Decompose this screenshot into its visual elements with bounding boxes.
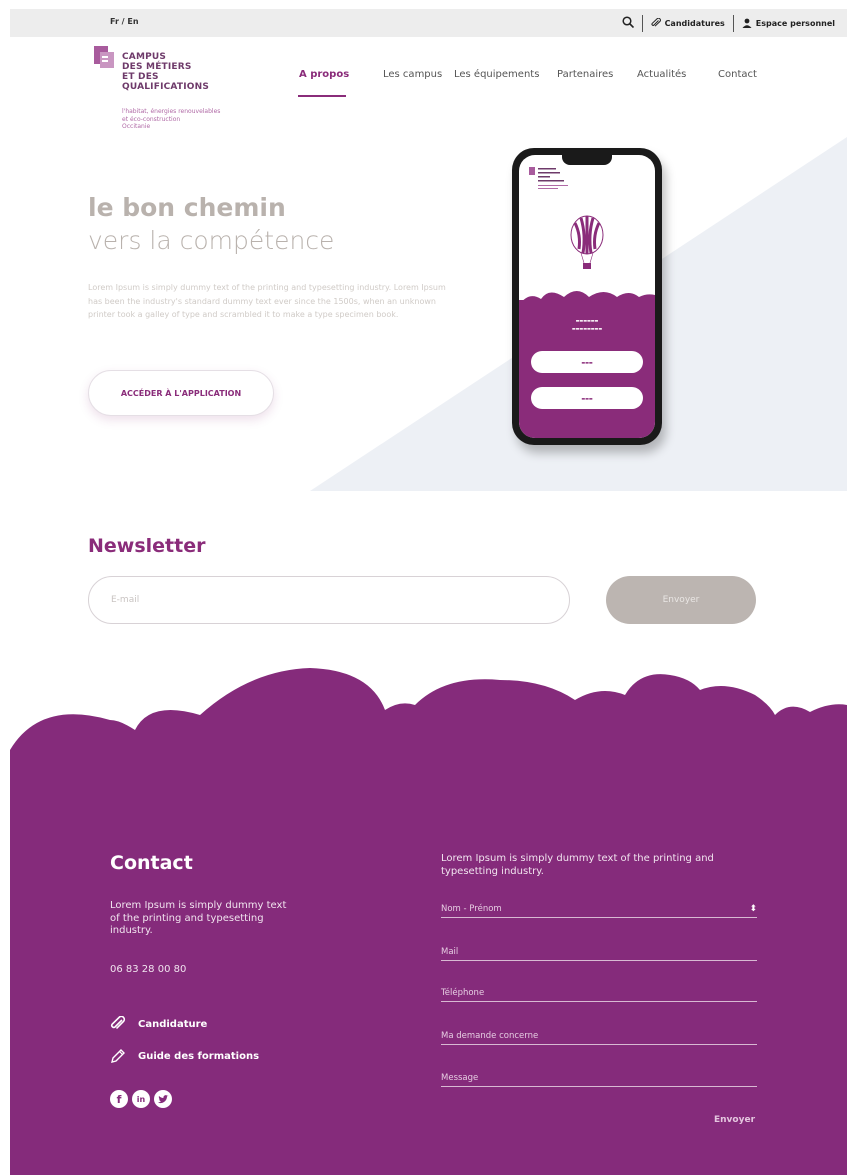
phone-notch [562, 155, 612, 165]
mini-logo-icon [529, 167, 568, 189]
mail-field[interactable]: Mail [441, 947, 757, 961]
newsletter-send-button[interactable]: Envoyer [606, 576, 756, 624]
screen-label: ▬▬▬▬▬▬▬▬ [571, 326, 603, 331]
campus-logo-icon [94, 46, 114, 68]
mail-field-label: Mail [441, 947, 459, 957]
facebook-icon[interactable]: f [110, 1090, 128, 1108]
name-field-label: Nom - Prénom [441, 904, 502, 914]
paperclip-icon [651, 18, 661, 27]
logo-subtitle-line: l'habitat, énergies renouvelables [122, 108, 221, 115]
hero-subtitle: vers la compétence [88, 226, 335, 255]
screen-label: ▬▬▬▬▬▬ [575, 318, 599, 323]
message-field-label: Message [441, 1073, 479, 1083]
application-link-label: Candidature [138, 1018, 208, 1030]
name-field[interactable]: Nom - Prénom ⬍ [441, 904, 757, 918]
user-icon [742, 18, 752, 28]
nav-item-contact[interactable]: Contact [718, 69, 757, 80]
twitter-icon[interactable] [154, 1090, 172, 1108]
applications-label: Candidatures [664, 18, 725, 28]
language-switch[interactable]: Fr / En [110, 17, 139, 26]
contact-phone[interactable]: 06 83 28 00 80 [110, 964, 186, 975]
nav-item-actualites[interactable]: Actualités [637, 69, 686, 80]
nav-item-partenaires[interactable]: Partenaires [557, 69, 613, 80]
divider [641, 14, 643, 32]
logo-subtitle-line: Occitanie [122, 123, 151, 130]
application-link[interactable]: Candidature [110, 1016, 207, 1032]
logo[interactable]: CAMPUS DES MÉTIERS ET DES QUALIFICATIONS… [92, 44, 267, 139]
top-bar: Fr / En Candidatures Espace personnel [10, 9, 847, 37]
paperclip-icon [111, 1016, 126, 1030]
screen-button: ▬▬▬ [531, 351, 643, 373]
nav-item-les-campus[interactable]: Les campus [383, 69, 442, 80]
contact-title: Contact [110, 852, 193, 874]
divider [732, 14, 734, 32]
email-field[interactable]: E-mail [88, 576, 570, 624]
pencil-icon [111, 1049, 125, 1063]
screen-button: ▬▬▬ [531, 387, 643, 409]
request-field[interactable]: Ma demande concerne [441, 1031, 757, 1045]
form-intro: Lorem Ipsum is simply dummy text of the … [441, 853, 714, 877]
newsletter-title: Newsletter [88, 535, 206, 557]
social-links: f in [110, 1090, 172, 1108]
logo-subtitle: l'habitat, énergies renouvelables et éco… [122, 108, 220, 131]
nav-item-a-propos[interactable]: A propos [299, 69, 349, 80]
footer-clouds [10, 668, 847, 770]
message-field[interactable]: Message [441, 1073, 757, 1087]
logo-line: QUALIFICATIONS [122, 82, 210, 92]
training-guide-label: Guide des formations [138, 1050, 260, 1062]
contact-text: Lorem Ipsum is simply dummy text of the … [110, 900, 287, 936]
hero-text: Lorem Ipsum is simply dummy text of the … [88, 283, 446, 319]
phone-mockup: ▬▬▬▬▬▬ ▬▬▬▬▬▬▬▬ ▬▬▬ ▬▬▬ [512, 148, 662, 445]
logo-subtitle-line: et éco-construction [122, 115, 181, 123]
form-send-button[interactable]: Envoyer [714, 1115, 755, 1125]
select-arrows-icon: ⬍ [749, 904, 757, 914]
phone-field[interactable]: Téléphone [441, 988, 757, 1002]
search-icon[interactable] [622, 16, 634, 30]
hero-title: le bon chemin [88, 193, 286, 222]
phone-screen: ▬▬▬▬▬▬ ▬▬▬▬▬▬▬▬ ▬▬▬ ▬▬▬ [519, 155, 655, 438]
top-bar-actions: Candidatures Espace personnel [622, 14, 835, 32]
access-app-button[interactable]: ACCÉDER À L'APPLICATION [88, 370, 274, 416]
training-guide-link[interactable]: Guide des formations [110, 1048, 259, 1064]
linkedin-icon[interactable]: in [132, 1090, 150, 1108]
hot-air-balloon-icon [570, 215, 604, 269]
logo-line: CAMPUS [122, 52, 167, 62]
request-field-label: Ma demande concerne [441, 1031, 539, 1041]
nav-active-indicator [298, 95, 346, 97]
phone-field-label: Téléphone [441, 988, 485, 998]
personal-space-label: Espace personnel [755, 18, 835, 28]
nav-item-les-equipements[interactable]: Les équipements [454, 69, 539, 80]
main-nav: A propos Les campus Les équipements Part… [0, 69, 847, 83]
personal-space-link[interactable]: Espace personnel [742, 18, 835, 28]
applications-link[interactable]: Candidatures [651, 18, 725, 28]
